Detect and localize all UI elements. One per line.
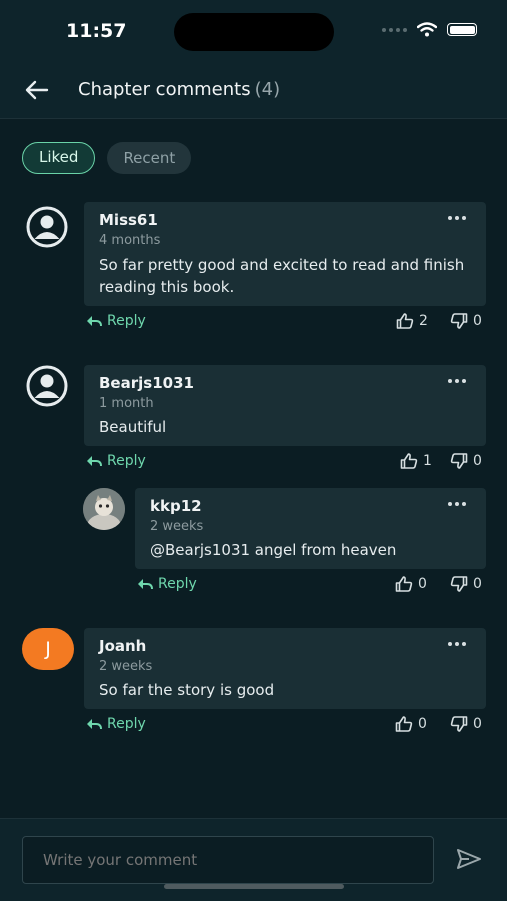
comment-bubble: Miss61 4 months So far pretty good and e… <box>84 202 486 306</box>
reply-label: Reply <box>158 576 197 592</box>
like-button[interactable]: 2 <box>396 313 428 329</box>
like-count: 2 <box>419 313 428 329</box>
comment-actions: Reply 1 0 <box>86 453 488 473</box>
like-count: 0 <box>418 576 427 592</box>
person-icon <box>26 365 68 407</box>
page-title-text: Chapter comments <box>78 79 251 100</box>
comment-actions: Reply 2 0 <box>86 313 488 333</box>
dislike-count: 0 <box>473 453 482 469</box>
comment-text: So far the story is good <box>99 681 275 699</box>
comment-actions: Reply 0 0 <box>137 576 488 596</box>
like-button[interactable]: 1 <box>400 453 432 469</box>
thumbs-down-icon <box>450 453 468 469</box>
dislike-button[interactable]: 0 <box>450 453 482 469</box>
comment-bubble: Bearjs1031 1 month Beautiful <box>84 365 486 446</box>
dislike-button[interactable]: 0 <box>450 716 482 732</box>
status-bar: 11:57 <box>0 0 507 58</box>
like-button[interactable]: 0 <box>395 576 427 592</box>
reply-icon <box>138 579 153 590</box>
reply-button[interactable]: Reply <box>137 576 197 592</box>
more-options-button[interactable] <box>448 216 466 220</box>
comment-username[interactable]: Bearjs1031 <box>99 374 194 392</box>
home-indicator <box>164 884 344 889</box>
comment-time: 4 months <box>99 233 161 248</box>
back-button[interactable] <box>22 78 52 102</box>
reply-label: Reply <box>107 313 146 329</box>
filter-tabs: Liked Recent <box>22 142 192 174</box>
filter-recent[interactable]: Recent <box>107 142 192 174</box>
signal-icon <box>382 27 407 32</box>
comment-bubble: kkp12 2 weeks @Bearjs1031 angel from hea… <box>135 488 486 569</box>
send-button[interactable] <box>456 848 484 872</box>
comment-input[interactable] <box>22 836 434 884</box>
reply-label: Reply <box>107 453 146 469</box>
comment-text: @Bearjs1031 angel from heaven <box>150 541 397 559</box>
battery-icon <box>447 23 477 36</box>
comment-bubble: Joanh 2 weeks So far the story is good <box>84 628 486 709</box>
comment-text: So far pretty good and excited to read a… <box>99 256 465 296</box>
app-header: Chapter comments (4) <box>0 58 507 119</box>
dislike-count: 0 <box>473 576 482 592</box>
status-time: 11:57 <box>66 20 127 42</box>
dislike-button[interactable]: 0 <box>450 576 482 592</box>
avatar[interactable] <box>83 488 125 530</box>
comment-time: 2 weeks <box>99 659 153 674</box>
page-title: Chapter comments (4) <box>78 79 280 100</box>
more-options-button[interactable] <box>448 379 466 383</box>
reply-button[interactable]: Reply <box>86 716 146 732</box>
like-count: 0 <box>418 716 427 732</box>
arrow-left-icon <box>25 80 49 100</box>
comment-username[interactable]: Joanh <box>99 637 146 655</box>
thumbs-up-icon <box>400 453 418 469</box>
like-button[interactable]: 0 <box>395 716 427 732</box>
comment-count: (4) <box>254 79 281 100</box>
reply-icon <box>87 719 102 730</box>
like-count: 1 <box>423 453 432 469</box>
more-options-button[interactable] <box>448 502 466 506</box>
avatar-image <box>83 488 125 530</box>
reply-button[interactable]: Reply <box>86 453 146 469</box>
comment-username[interactable]: Miss61 <box>99 211 158 229</box>
thumbs-down-icon <box>450 313 468 329</box>
thumbs-down-icon <box>450 576 468 592</box>
more-options-button[interactable] <box>448 642 466 646</box>
thumbs-down-icon <box>450 716 468 732</box>
avatar[interactable]: J <box>22 628 74 670</box>
comment-time: 2 weeks <box>150 519 204 534</box>
reply-button[interactable]: Reply <box>86 313 146 329</box>
dislike-count: 0 <box>473 716 482 732</box>
thumbs-up-icon <box>395 576 413 592</box>
comment-text: Beautiful <box>99 418 167 436</box>
wifi-icon <box>417 22 437 37</box>
dynamic-island <box>174 13 334 51</box>
comment-username[interactable]: kkp12 <box>150 497 202 515</box>
comment-actions: Reply 0 0 <box>86 716 488 736</box>
reply-icon <box>87 456 102 467</box>
dislike-button[interactable]: 0 <box>450 313 482 329</box>
thumbs-up-icon <box>396 313 414 329</box>
thumbs-up-icon <box>395 716 413 732</box>
status-icons <box>382 22 477 37</box>
send-icon <box>457 849 481 869</box>
reply-icon <box>87 316 102 327</box>
person-icon <box>26 206 68 248</box>
reply-label: Reply <box>107 716 146 732</box>
comment-time: 1 month <box>99 396 154 411</box>
filter-liked[interactable]: Liked <box>22 142 96 174</box>
dislike-count: 0 <box>473 313 482 329</box>
